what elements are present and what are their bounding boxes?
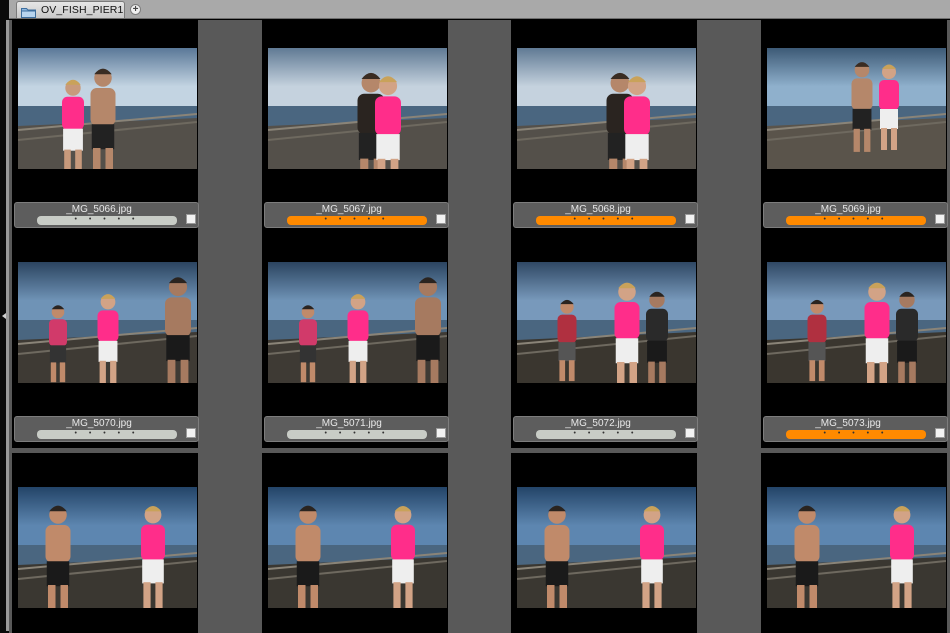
select-checkbox[interactable] xyxy=(685,428,695,438)
thumbnail-image[interactable] xyxy=(517,262,696,383)
thumbnail-image[interactable] xyxy=(18,487,197,608)
thumbnail-image[interactable] xyxy=(18,48,197,169)
color-label-rating[interactable]: • • • • • xyxy=(37,430,177,439)
thumbnail-image[interactable] xyxy=(18,262,197,383)
thumbnail-cell[interactable]: _MG_5066.jpg • • • • • xyxy=(12,20,199,234)
thumbnail-cell[interactable]: _MG_5069.jpg • • • • • xyxy=(761,20,948,234)
color-label-rating[interactable]: • • • • • xyxy=(786,430,926,439)
left-panel-edge xyxy=(0,0,9,633)
rating-dots[interactable]: • • • • • xyxy=(823,216,888,223)
select-checkbox[interactable] xyxy=(436,428,446,438)
thumbnail-cell[interactable] xyxy=(262,453,448,633)
filename-label: _MG_5068.jpg xyxy=(565,204,631,215)
tab-bar: OV_FISH_PIER1 + xyxy=(9,0,950,19)
thumbnail-cell[interactable]: _MG_5073.jpg • • • • • xyxy=(761,234,948,448)
tab-label: OV_FISH_PIER1 xyxy=(41,4,124,16)
select-checkbox[interactable] xyxy=(436,214,446,224)
rating-dots[interactable]: • • • • • xyxy=(573,430,638,437)
select-checkbox[interactable] xyxy=(935,214,945,224)
thumbnail-image[interactable] xyxy=(268,262,447,383)
color-label-rating[interactable]: • • • • • xyxy=(37,216,177,225)
rating-dots[interactable]: • • • • • xyxy=(74,216,139,223)
thumbnail-cell[interactable] xyxy=(12,453,198,633)
tab-ov-fish-pier1[interactable]: OV_FISH_PIER1 xyxy=(16,1,125,18)
content-browser-window: OV_FISH_PIER1 + _MG_5066.jpg • • • • • _… xyxy=(0,0,950,633)
color-label-rating[interactable]: • • • • • xyxy=(287,216,427,225)
filename-label: _MG_5070.jpg xyxy=(66,418,132,429)
select-checkbox[interactable] xyxy=(685,214,695,224)
thumbnail-info-bar: _MG_5072.jpg • • • • • xyxy=(513,416,698,442)
color-label-rating[interactable]: • • • • • xyxy=(287,430,427,439)
thumbnail-info-bar: _MG_5070.jpg • • • • • xyxy=(14,416,199,442)
thumbnail-info-bar: _MG_5069.jpg • • • • • xyxy=(763,202,948,228)
thumbnail-info-bar: _MG_5073.jpg • • • • • xyxy=(763,416,948,442)
thumbnail-cell[interactable] xyxy=(761,453,947,633)
filename-label: _MG_5073.jpg xyxy=(815,418,881,429)
thumbnail-image[interactable] xyxy=(268,487,447,608)
thumbnail-cell[interactable] xyxy=(511,453,697,633)
thumbnail-info-bar: _MG_5071.jpg • • • • • xyxy=(264,416,449,442)
collapse-arrow-icon[interactable] xyxy=(2,313,6,319)
thumbnail-image[interactable] xyxy=(517,487,696,608)
color-label-rating[interactable]: • • • • • xyxy=(536,216,676,225)
rating-dots[interactable]: • • • • • xyxy=(324,216,389,223)
filename-label: _MG_5069.jpg xyxy=(815,204,881,215)
thumbnail-cell[interactable]: _MG_5071.jpg • • • • • xyxy=(262,234,449,448)
thumbnail-cell[interactable]: _MG_5070.jpg • • • • • xyxy=(12,234,199,448)
thumbnail-grid: _MG_5066.jpg • • • • • _MG_5067.jpg • • … xyxy=(9,20,950,633)
thumbnail-image[interactable] xyxy=(767,262,946,383)
thumbnail-info-bar: _MG_5066.jpg • • • • • xyxy=(14,202,199,228)
add-tab-button[interactable]: + xyxy=(130,4,141,15)
color-label-rating[interactable]: • • • • • xyxy=(786,216,926,225)
thumbnail-image[interactable] xyxy=(517,48,696,169)
select-checkbox[interactable] xyxy=(935,428,945,438)
rating-dots[interactable]: • • • • • xyxy=(324,430,389,437)
filename-label: _MG_5071.jpg xyxy=(316,418,382,429)
rating-dots[interactable]: • • • • • xyxy=(573,216,638,223)
filename-label: _MG_5067.jpg xyxy=(316,204,382,215)
rating-dots[interactable]: • • • • • xyxy=(74,430,139,437)
thumbnail-cell[interactable]: _MG_5067.jpg • • • • • xyxy=(262,20,449,234)
thumbnail-image[interactable] xyxy=(767,48,946,169)
filename-label: _MG_5066.jpg xyxy=(66,204,132,215)
folder-icon xyxy=(21,5,36,18)
filename-label: _MG_5072.jpg xyxy=(565,418,631,429)
thumbnail-info-bar: _MG_5068.jpg • • • • • xyxy=(513,202,698,228)
select-checkbox[interactable] xyxy=(186,428,196,438)
thumbnail-cell[interactable]: _MG_5068.jpg • • • • • xyxy=(511,20,698,234)
thumbnail-image[interactable] xyxy=(767,487,946,608)
color-label-rating[interactable]: • • • • • xyxy=(536,430,676,439)
thumbnail-info-bar: _MG_5067.jpg • • • • • xyxy=(264,202,449,228)
thumbnail-cell[interactable]: _MG_5072.jpg • • • • • xyxy=(511,234,698,448)
rating-dots[interactable]: • • • • • xyxy=(823,430,888,437)
thumbnail-image[interactable] xyxy=(268,48,447,169)
select-checkbox[interactable] xyxy=(186,214,196,224)
